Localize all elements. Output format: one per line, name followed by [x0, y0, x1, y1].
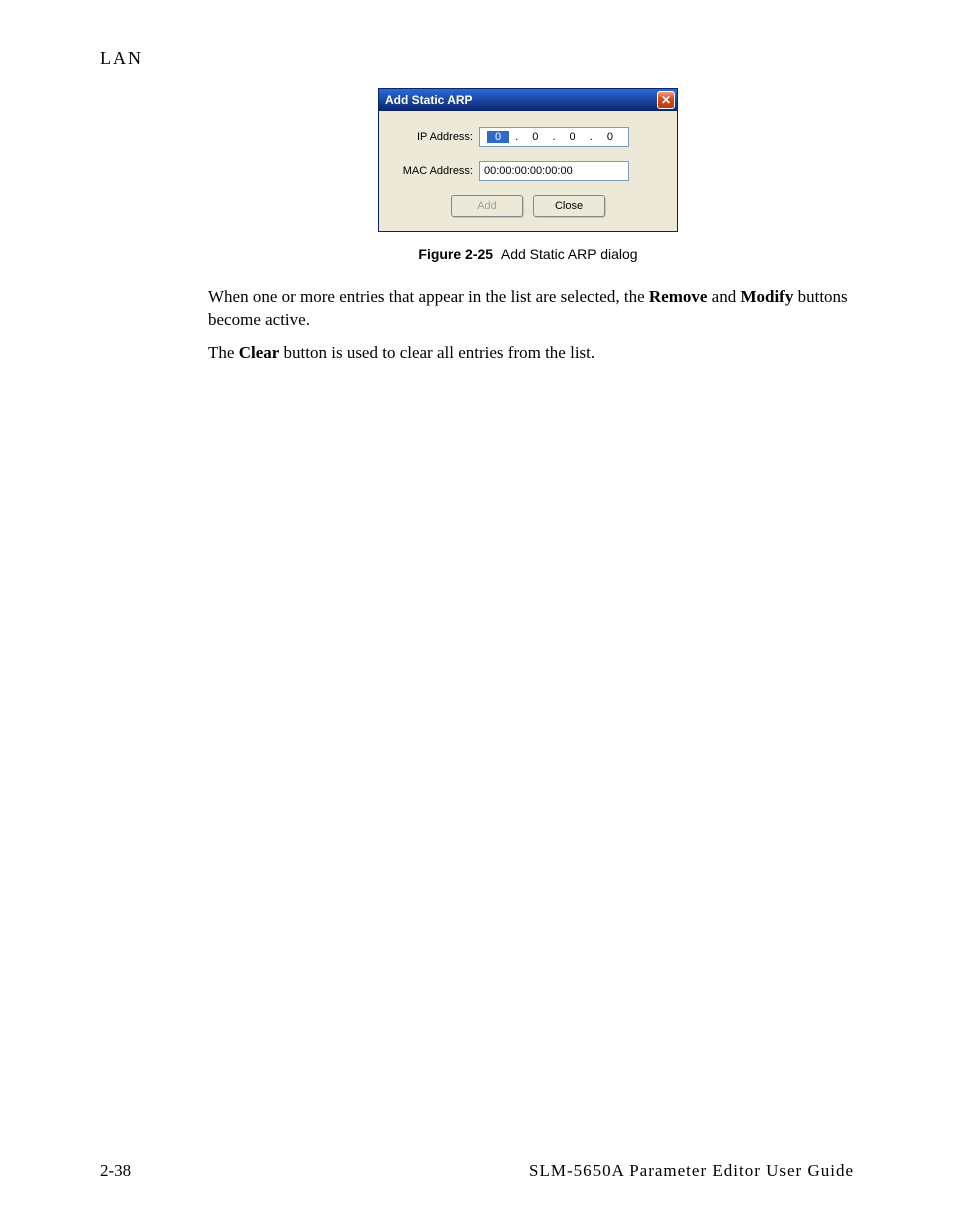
add-static-arp-dialog: Add Static ARP ✕ IP Address: 0 . 0 . 0 .… — [378, 88, 678, 232]
section-header: LAN — [100, 48, 143, 69]
clear-keyword: Clear — [239, 343, 280, 362]
ip-octet-1[interactable]: 0 — [487, 131, 509, 143]
dialog-titlebar: Add Static ARP ✕ — [379, 89, 677, 111]
ip-dot: . — [590, 131, 593, 143]
close-dialog-button[interactable]: Close — [533, 195, 605, 217]
page-footer: 2-38 SLM-5650A Parameter Editor User Gui… — [100, 1161, 854, 1181]
dialog-button-row: Add Close — [397, 195, 659, 217]
dialog-figure-wrap: Add Static ARP ✕ IP Address: 0 . 0 . 0 .… — [208, 88, 848, 232]
remove-keyword: Remove — [649, 287, 708, 306]
close-button[interactable]: ✕ — [657, 91, 675, 109]
text-run: When one or more entries that appear in … — [208, 287, 649, 306]
doc-title-footer: SLM-5650A Parameter Editor User Guide — [529, 1161, 854, 1181]
mac-address-label: MAC Address: — [397, 165, 479, 177]
dialog-title: Add Static ARP — [385, 93, 473, 107]
ip-octet-2[interactable]: 0 — [524, 131, 546, 143]
paragraph-2: The Clear button is used to clear all en… — [208, 342, 848, 365]
ip-dot: . — [515, 131, 518, 143]
paragraph-1: When one or more entries that appear in … — [208, 286, 848, 332]
add-button[interactable]: Add — [451, 195, 523, 217]
text-run: and — [707, 287, 740, 306]
page-number: 2-38 — [100, 1161, 131, 1181]
ip-address-input[interactable]: 0 . 0 . 0 . 0 — [479, 127, 629, 147]
modify-keyword: Modify — [740, 287, 793, 306]
text-run: button is used to clear all entries from… — [279, 343, 595, 362]
mac-address-input[interactable]: 00:00:00:00:00:00 — [479, 161, 629, 181]
ip-address-label: IP Address: — [397, 131, 479, 143]
figure-caption-text: Add Static ARP dialog — [501, 246, 638, 262]
ip-dot: . — [552, 131, 555, 143]
figure-number: Figure 2-25 — [418, 246, 493, 262]
close-icon: ✕ — [661, 94, 671, 106]
text-run: The — [208, 343, 239, 362]
dialog-body: IP Address: 0 . 0 . 0 . 0 MAC Address: 0… — [379, 111, 677, 231]
ip-address-row: IP Address: 0 . 0 . 0 . 0 — [397, 127, 659, 147]
figure-caption: Figure 2-25 Add Static ARP dialog — [208, 246, 848, 262]
ip-octet-4[interactable]: 0 — [599, 131, 621, 143]
mac-address-value: 00:00:00:00:00:00 — [484, 165, 573, 177]
mac-address-row: MAC Address: 00:00:00:00:00:00 — [397, 161, 659, 181]
main-content: Add Static ARP ✕ IP Address: 0 . 0 . 0 .… — [208, 88, 848, 375]
ip-octet-3[interactable]: 0 — [562, 131, 584, 143]
